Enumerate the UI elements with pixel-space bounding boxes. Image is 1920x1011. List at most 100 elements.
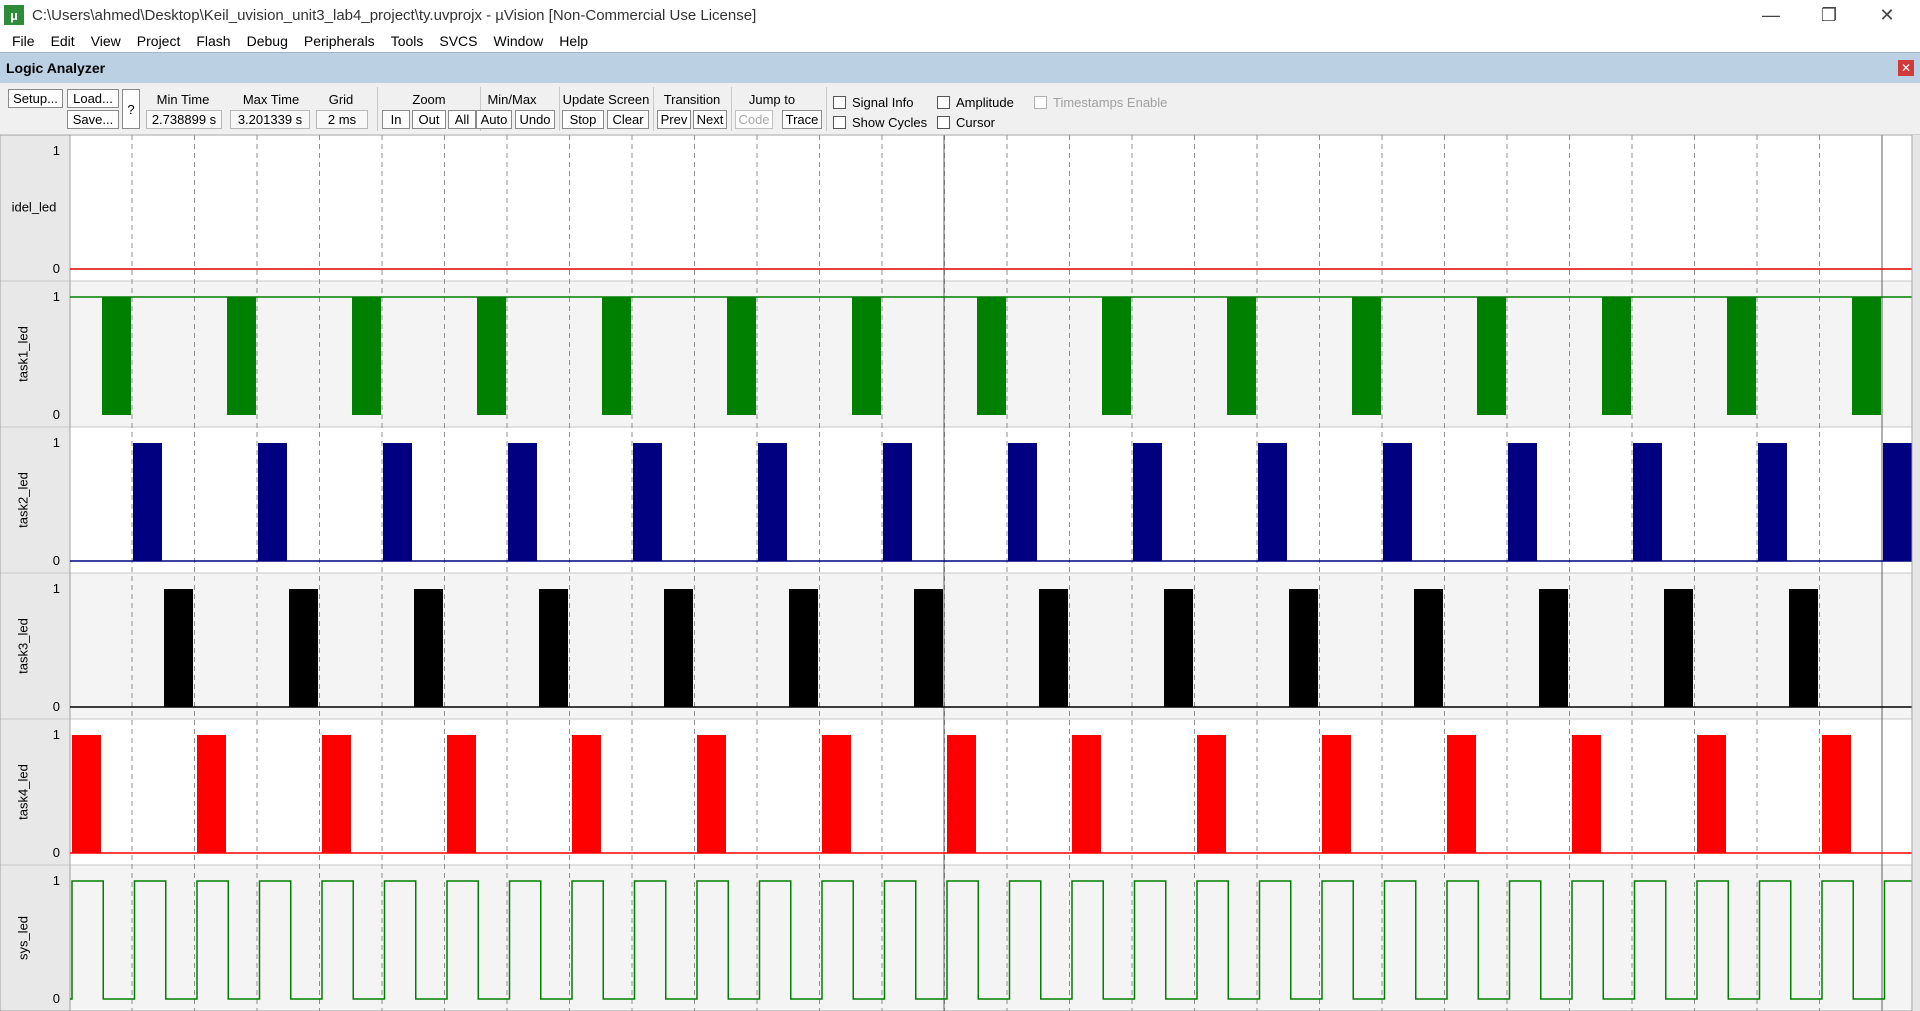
auto-button[interactable]: Auto: [476, 110, 512, 129]
pulse-mark: [1447, 735, 1476, 853]
prev-button[interactable]: Prev: [657, 110, 691, 129]
toolbar-separator: [826, 87, 827, 131]
zoom-in-button[interactable]: In: [382, 110, 410, 129]
pulse-mark: [822, 735, 851, 853]
minmax-label: Min/Max: [487, 92, 537, 107]
pulse-mark: [664, 589, 693, 707]
pulse-mark: [1164, 589, 1193, 707]
axis-min-label: 0: [53, 407, 60, 422]
pulse-mark: [258, 443, 287, 561]
pulse-mark: [1758, 443, 1787, 561]
pulse-mark: [758, 443, 787, 561]
cursor-label: Cursor: [956, 115, 996, 130]
pulse-mark: [133, 443, 162, 561]
pulse-mark: [789, 589, 818, 707]
pulse-mark: [447, 735, 476, 853]
panel-close-icon[interactable]: ✕: [1898, 60, 1914, 76]
code-button[interactable]: Code: [735, 110, 773, 129]
menu-tools[interactable]: Tools: [383, 33, 432, 49]
analyzer-toolbar: Setup... Load... Save... ? Min Time 2.73…: [0, 83, 1920, 135]
logic-analyzer-header: Logic Analyzer ✕: [0, 52, 1920, 83]
checkbox-box-icon: [833, 96, 846, 109]
pulse-mark: [1883, 443, 1912, 561]
axis-min-label: 0: [53, 553, 60, 568]
axis-max-label: 1: [53, 727, 60, 742]
pulse-mark: [197, 735, 226, 853]
pulse-mark: [1352, 297, 1381, 415]
pulse-mark: [914, 589, 943, 707]
pulse-mark: [1289, 589, 1318, 707]
menu-project[interactable]: Project: [129, 33, 189, 49]
pulse-mark: [1008, 443, 1037, 561]
waveform-area[interactable]: idel_led 1 0 task1_led 1 0 task2_led 1 0 task3_le…: [0, 135, 1912, 1011]
restore-icon[interactable]: ❐: [1800, 0, 1858, 30]
menu-debug[interactable]: Debug: [239, 33, 296, 49]
vertical-scrollbar[interactable]: [1912, 135, 1920, 1011]
grid-value: 2 ms: [316, 110, 368, 129]
pulse-mark: [1039, 589, 1068, 707]
pulse-mark: [1322, 735, 1351, 853]
zoom-out-button[interactable]: Out: [412, 110, 446, 129]
menu-view[interactable]: View: [83, 33, 129, 49]
pulse-mark: [1539, 589, 1568, 707]
axis-max-label: 1: [53, 873, 60, 888]
pulse-mark: [697, 735, 726, 853]
signal-info-label: Signal Info: [852, 95, 914, 110]
pulse-mark: [572, 735, 601, 853]
menu-help[interactable]: Help: [551, 33, 596, 49]
grid-label: Grid: [328, 92, 354, 107]
signal-info-checkbox[interactable]: Signal Info: [833, 95, 913, 110]
save-button[interactable]: Save...: [67, 110, 119, 129]
pulse-mark: [414, 589, 443, 707]
pulse-mark: [852, 297, 881, 415]
pulse-mark: [164, 589, 193, 707]
amplitude-checkbox[interactable]: Amplitude: [937, 95, 1014, 110]
pulse-mark: [1102, 297, 1131, 415]
undo-button[interactable]: Undo: [515, 110, 555, 129]
close-icon[interactable]: ✕: [1858, 0, 1916, 30]
transition-label: Transition: [663, 92, 721, 107]
cursor-checkbox[interactable]: Cursor: [937, 115, 995, 130]
stop-button[interactable]: Stop: [562, 110, 604, 129]
menu-edit[interactable]: Edit: [43, 33, 83, 49]
checkbox-box-icon: [937, 96, 950, 109]
pulse-mark: [1477, 297, 1506, 415]
signal-name-label: task1_led: [15, 326, 30, 382]
uvision-app-icon: µ: [4, 5, 24, 25]
menu-file[interactable]: File: [4, 33, 43, 49]
timestamps-checkbox[interactable]: Timestamps Enable: [1034, 95, 1167, 110]
jump-to-label: Jump to: [748, 92, 796, 107]
setup-button[interactable]: Setup...: [8, 89, 63, 108]
pulse-mark: [322, 735, 351, 853]
menu-peripherals[interactable]: Peripherals: [296, 33, 383, 49]
minimize-icon[interactable]: —: [1742, 0, 1800, 30]
waveform-canvas[interactable]: idel_led 1 0 task1_led 1 0 task2_led 1 0 task3_le…: [0, 135, 1912, 1011]
max-time-label: Max Time: [242, 92, 300, 107]
menu-svcs[interactable]: SVCS: [431, 33, 485, 49]
menu-window[interactable]: Window: [486, 33, 552, 49]
axis-min-label: 0: [53, 261, 60, 276]
pulse-mark: [1602, 297, 1631, 415]
axis-max-label: 1: [53, 143, 60, 158]
pulse-mark: [508, 443, 537, 561]
axis-max-label: 1: [53, 289, 60, 304]
clear-button[interactable]: Clear: [607, 110, 649, 129]
pulse-mark: [602, 297, 631, 415]
load-button[interactable]: Load...: [67, 89, 119, 108]
pulse-mark: [1072, 735, 1101, 853]
pulse-mark: [1664, 589, 1693, 707]
pulse-mark: [727, 297, 756, 415]
show-cycles-checkbox[interactable]: Show Cycles: [833, 115, 927, 130]
help-button[interactable]: ?: [122, 89, 140, 129]
menu-flash[interactable]: Flash: [188, 33, 238, 49]
menu-bar: File Edit View Project Flash Debug Perip…: [0, 30, 1920, 52]
pulse-mark: [1414, 589, 1443, 707]
signal-name-label: sys_led: [15, 916, 30, 960]
trace-button[interactable]: Trace: [782, 110, 822, 129]
signal-name-label: idel_led: [12, 199, 57, 214]
pulse-mark: [1822, 735, 1851, 853]
panel-title: Logic Analyzer: [6, 60, 106, 76]
pulse-mark: [883, 443, 912, 561]
next-button[interactable]: Next: [693, 110, 727, 129]
zoom-all-button[interactable]: All: [448, 110, 476, 129]
